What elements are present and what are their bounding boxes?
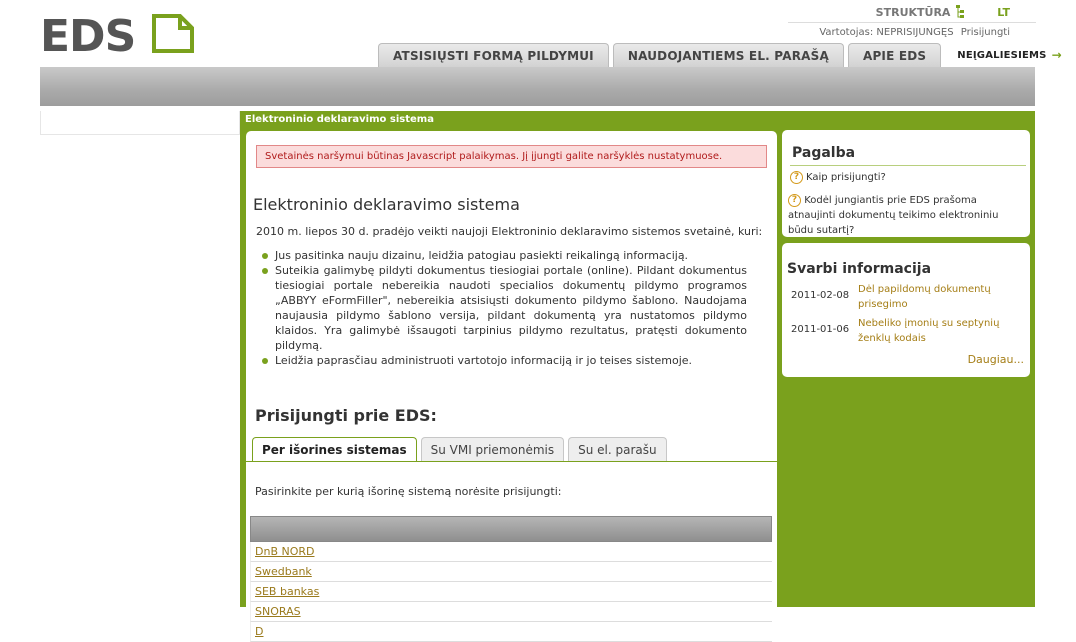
info-date: 2011-01-06 (791, 324, 850, 335)
tab-e-signature-login[interactable]: Su el. parašu (568, 437, 667, 461)
help-item-label: Kodėl jungiantis prie EDS prašoma atnauj… (788, 195, 999, 236)
login-heading: Prisijungti prie EDS: (255, 406, 437, 425)
question-icon: ? (790, 171, 803, 184)
arrow-right-icon: → (1051, 48, 1062, 62)
help-divider (790, 165, 1026, 166)
javascript-alert: Svetainės naršymui būtinas Javascript pa… (256, 145, 767, 168)
tab-about-eds[interactable]: APIE EDS (847, 43, 942, 67)
list-item: Suteikia galimybę pildyti dokumentus tie… (260, 263, 747, 353)
main-nav: ATSISIŲSTI FORMĄ PILDYMUI NAUDOJANTIEMS … (378, 43, 1076, 67)
user-label: Vartotojas: NEPRISIJUNGĘS (819, 27, 954, 38)
structure-label: STRUKTŪRA (875, 5, 951, 19)
tab-divider (246, 461, 777, 462)
main-panel: Svetainės naršymui būtinas Javascript pa… (246, 131, 777, 642)
tab-external-systems[interactable]: Per išorines sistemas (252, 437, 417, 462)
more-link[interactable]: Daugiau... (968, 353, 1024, 366)
help-item[interactable]: ? Kaip prisijungti? (790, 171, 886, 184)
tab-vmi-tools[interactable]: Su VMI priemonėmis (420, 437, 565, 461)
help-item-label: Kaip prisijungti? (806, 172, 886, 183)
help-title: Pagalba (792, 145, 856, 161)
utility-bar: STRUKTŪRA LT (876, 5, 1010, 19)
login-tabs: Per išorines sistemas Su VMI priemonėmis… (252, 437, 667, 462)
tab-download-form[interactable]: ATSISIŲSTI FORMĄ PILDYMUI (378, 43, 609, 67)
choose-system-text: Pasirinkite per kurią išorinę sistemą no… (255, 485, 562, 498)
sitemap-icon (956, 5, 965, 18)
eds-logo[interactable]: EDS (40, 13, 195, 55)
user-status: Vartotojas: NEPRISIJUNGĘS Prisijungti (788, 22, 1036, 44)
bank-link-dnb-nord[interactable]: DnB NORD (250, 542, 772, 562)
login-link[interactable]: Prisijungti (961, 27, 1010, 38)
svg-text:EDS: EDS (40, 13, 135, 55)
help-item[interactable]: ? Kodėl jungiantis prie EDS prašoma atna… (788, 193, 1026, 238)
bank-link-swedbank[interactable]: Swedbank (250, 562, 772, 582)
help-box: Pagalba ? Kaip prisijungti? ? Kodėl jung… (782, 130, 1030, 237)
left-sidebar-box (40, 111, 240, 135)
tab-e-signature[interactable]: NAUDOJANTIEMS EL. PARAŠĄ (612, 43, 844, 67)
page-heading: Elektroninio deklaravimo sistema (253, 195, 520, 214)
bank-link-partial[interactable]: D (250, 622, 772, 642)
tab-disabled-users-label: NEĮGALIESIEMS (957, 49, 1047, 61)
content-area: Elektroninio deklaravimo sistema Svetain… (240, 111, 1035, 642)
list-item: Leidžia paprasčiau administruoti vartoto… (260, 353, 747, 368)
feature-list: Jus pasitinka nauju dizainu, leidžia pat… (260, 248, 747, 368)
bank-link-seb[interactable]: SEB bankas (250, 582, 772, 602)
language-switch[interactable]: LT (997, 6, 1010, 19)
section-title: Elektroninio deklaravimo sistema (245, 114, 434, 125)
header-banner (40, 67, 1035, 106)
question-icon: ? (788, 193, 801, 207)
info-date: 2011-02-08 (791, 290, 850, 301)
list-item: Jus pasitinka nauju dizainu, leidžia pat… (260, 248, 747, 263)
intro-text: 2010 m. liepos 30 d. pradėjo veikti nauj… (256, 225, 763, 238)
important-info-box: Svarbi informacija 2011-02-08 Dėl papild… (782, 243, 1030, 377)
tab-disabled-users[interactable]: NEĮGALIESIEMS → (945, 43, 1076, 67)
structure-link[interactable]: STRUKTŪRA (876, 5, 966, 19)
info-title: Svarbi informacija (787, 261, 932, 277)
info-link[interactable]: Dėl papildomų dokumentų prisegimo (858, 282, 1028, 312)
banks-table-header (250, 516, 772, 542)
banks-list: DnB NORD Swedbank SEB bankas SNORAS D (250, 542, 772, 642)
bank-link-snoras[interactable]: SNORAS (250, 602, 772, 622)
info-link[interactable]: Nebeliko įmonių su septynių ženklų kodai… (858, 316, 1028, 346)
